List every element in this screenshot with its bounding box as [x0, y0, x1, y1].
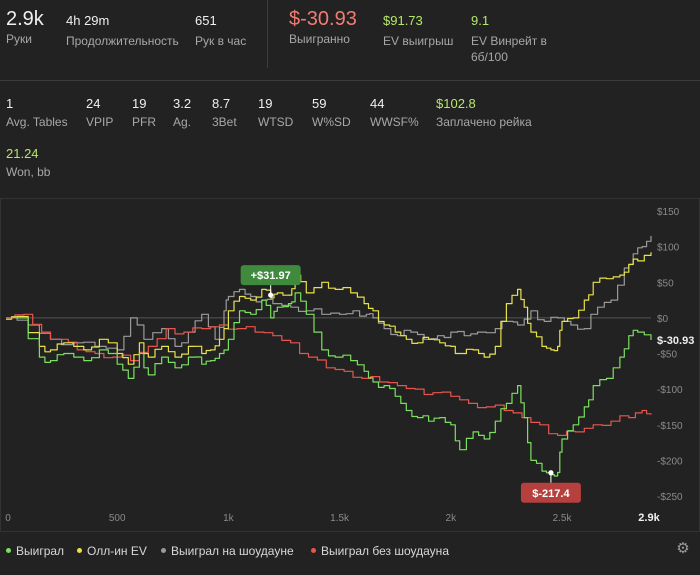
y-tick-label: $50 — [657, 278, 674, 289]
stat-ev-won-value: $91.73 — [383, 13, 423, 28]
x-tick-label: 0 — [5, 513, 11, 524]
stat-duration-value: 4h 29m — [66, 13, 110, 28]
stat-avg-tables-label: Avg. Tables — [6, 115, 68, 129]
legend-label-won: Выиграл — [16, 544, 65, 558]
stat-won-value: $-30.93 — [289, 8, 357, 30]
stat-ev-winrate-value: 9.1 — [471, 13, 490, 28]
stat-vpip-label: VPIP — [86, 115, 114, 129]
annotation-label: +$31.97 — [251, 270, 291, 282]
end-value-label: $-30.93 — [657, 335, 694, 347]
stat-pfr-value: 19 — [132, 96, 147, 111]
stats-divider — [0, 80, 700, 81]
stat-won-bb-value: 21.24 — [6, 146, 39, 161]
x-tick-label: 2.5k — [553, 513, 573, 524]
x-tick-label: 500 — [109, 513, 126, 524]
bankroll-chart: $150 $100 $50 $0 -$50 -$100 -$150 -$200 -$250 0 50… — [0, 198, 700, 532]
x-tick-label: 2k — [446, 513, 458, 524]
chart-frame — [0, 198, 700, 532]
y-tick-label: -$250 — [657, 492, 683, 503]
stat-won-label: Выигранно — [289, 32, 350, 46]
stat-hands: 2.9k Руки — [6, 7, 44, 47]
stat-hands-per-hour: 651 Рук в час — [195, 13, 246, 49]
stat-ev-winrate: 9.1 EV Винрейт в 6б/100 — [471, 13, 581, 65]
stat-wtsd-label: WTSD — [258, 115, 294, 129]
legend-label-allin-ev: Олл-ин EV — [87, 544, 147, 558]
legend-item-won[interactable]: Выиграл — [6, 543, 64, 559]
x-tick-label: 2.9k — [638, 512, 660, 524]
stat-hands-label: Руки — [6, 32, 32, 46]
stat-rake-label: Заплачено рейка — [436, 115, 532, 129]
stat-won-bb-label: Won, bb — [6, 165, 51, 179]
annotation-label: $-217.4 — [532, 488, 570, 500]
stat-won-bb: 21.24 Won, bb — [6, 146, 50, 180]
stat-duration: 4h 29m Продолжительность — [66, 13, 179, 49]
stat-wwsf-label: WWSF% — [370, 115, 419, 129]
stat-rake: $102.8 Заплачено рейка — [436, 96, 532, 130]
stat-duration-label: Продолжительность — [66, 34, 179, 48]
stat-wsd: 59 W%SD — [312, 96, 351, 130]
stat-wsd-label: W%SD — [312, 115, 351, 129]
summary-divider — [267, 0, 268, 68]
stat-ev-winrate-label: EV Винрейт в 6б/100 — [471, 34, 547, 64]
stat-pfr-label: PFR — [132, 115, 156, 129]
legend-item-allin-ev[interactable]: Олл-ин EV — [77, 543, 147, 559]
legend-label-showdown: Выиграл на шоудауне — [171, 544, 294, 558]
legend-dot-allin-ev — [77, 548, 82, 554]
stat-ag-value: 3.2 — [173, 96, 192, 111]
stat-wwsf-value: 44 — [370, 96, 385, 111]
stat-3bet-label: 3Bet — [212, 115, 237, 129]
detail-stats: 1 Avg. Tables 24 VPIP 19 PFR 3.2 Ag. 8.7… — [0, 96, 700, 186]
stat-rake-value: $102.8 — [436, 96, 476, 111]
stat-avg-tables: 1 Avg. Tables — [6, 96, 68, 130]
stat-vpip-value: 24 — [86, 96, 101, 111]
legend-label-non-showdown: Выиграл без шоудауна — [321, 544, 449, 558]
y-tick-label: -$200 — [657, 456, 683, 467]
stat-hands-per-hour-value: 651 — [195, 13, 217, 28]
stat-pfr: 19 PFR — [132, 96, 156, 130]
chart-legend: Выиграл Олл-ин EV Выиграл на шоудауне Вы… — [0, 543, 660, 561]
legend-dot-non-showdown — [311, 548, 316, 554]
legend-item-showdown[interactable]: Выиграл на шоудауне — [161, 543, 294, 559]
y-tick-label: -$150 — [657, 421, 683, 432]
x-tick-label: 1k — [223, 513, 235, 524]
stat-hands-value: 2.9k — [6, 8, 44, 30]
y-tick-label: $100 — [657, 243, 680, 254]
stat-wtsd-value: 19 — [258, 96, 273, 111]
series-allin-ev-line — [6, 252, 652, 365]
y-tick-label: -$100 — [657, 385, 683, 396]
series-won-line — [6, 292, 652, 477]
stat-vpip: 24 VPIP — [86, 96, 113, 130]
legend-item-non-showdown[interactable]: Выиграл без шоудауна — [311, 543, 449, 559]
stat-wtsd: 19 WTSD — [258, 96, 293, 130]
y-tick-label: $0 — [657, 314, 669, 325]
settings-gear-icon[interactable]: ⚙ — [675, 541, 691, 557]
y-tick-label: -$50 — [657, 350, 677, 361]
stat-3bet: 8.7 3Bet — [212, 96, 237, 130]
stat-wsd-value: 59 — [312, 96, 327, 111]
stat-ag: 3.2 Ag. — [173, 96, 191, 130]
legend-dot-showdown — [161, 548, 166, 554]
summary-stats: 2.9k Руки 4h 29m Продолжительность 651 Р… — [0, 0, 700, 80]
series-non-showdown-line — [6, 313, 652, 436]
stat-ev-won-label: EV выигрыш — [383, 34, 454, 48]
stat-wwsf: 44 WWSF% — [370, 96, 419, 130]
stat-ev-won: $91.73 EV выигрыш — [383, 13, 453, 49]
stat-hands-per-hour-label: Рук в час — [195, 34, 247, 48]
stat-ag-label: Ag. — [173, 115, 192, 129]
y-tick-label: $150 — [657, 207, 680, 218]
stat-3bet-value: 8.7 — [212, 96, 231, 111]
stat-avg-tables-value: 1 — [6, 96, 14, 111]
x-tick-label: 1.5k — [330, 513, 350, 524]
series-showdown-line — [6, 235, 652, 351]
legend-dot-won — [6, 548, 11, 554]
stat-won: $-30.93 Выигранно — [289, 7, 357, 47]
